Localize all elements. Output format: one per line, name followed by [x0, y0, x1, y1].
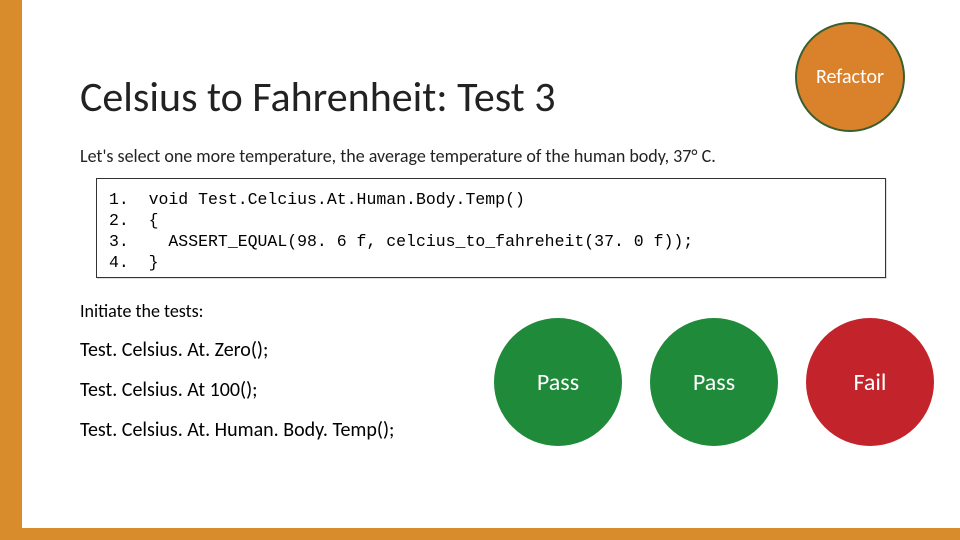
test-call-1: Test. Celsius. At. Zero();	[80, 338, 268, 362]
code-line-4: 4. }	[109, 252, 873, 273]
result-fail-label: Fail	[854, 368, 887, 397]
bottom-accent-bar	[0, 528, 960, 540]
intro-text: Let's select one more temperature, the a…	[80, 145, 716, 167]
refactor-label: Refactor	[816, 65, 884, 89]
code-block: 1. void Test.Celcius.At.Human.Body.Temp(…	[96, 178, 886, 278]
result-pass-1-label: Pass	[537, 368, 579, 397]
result-pass-1: Pass	[494, 318, 622, 446]
code-line-1: 1. void Test.Celcius.At.Human.Body.Temp(…	[109, 189, 873, 210]
test-call-3: Test. Celsius. At. Human. Body. Temp();	[80, 418, 394, 442]
result-fail: Fail	[806, 318, 934, 446]
code-line-2: 2. {	[109, 210, 873, 231]
initiate-label: Initiate the tests:	[80, 300, 204, 322]
page-title: Celsius to Fahrenheit: Test 3	[80, 72, 556, 123]
result-pass-2-label: Pass	[693, 368, 735, 397]
result-pass-2: Pass	[650, 318, 778, 446]
left-accent-bar	[0, 0, 22, 540]
test-call-2: Test. Celsius. At 100();	[80, 378, 257, 402]
code-line-3: 3. ASSERT_EQUAL(98. 6 f, celcius_to_fahr…	[109, 231, 873, 252]
refactor-badge: Refactor	[795, 22, 905, 132]
